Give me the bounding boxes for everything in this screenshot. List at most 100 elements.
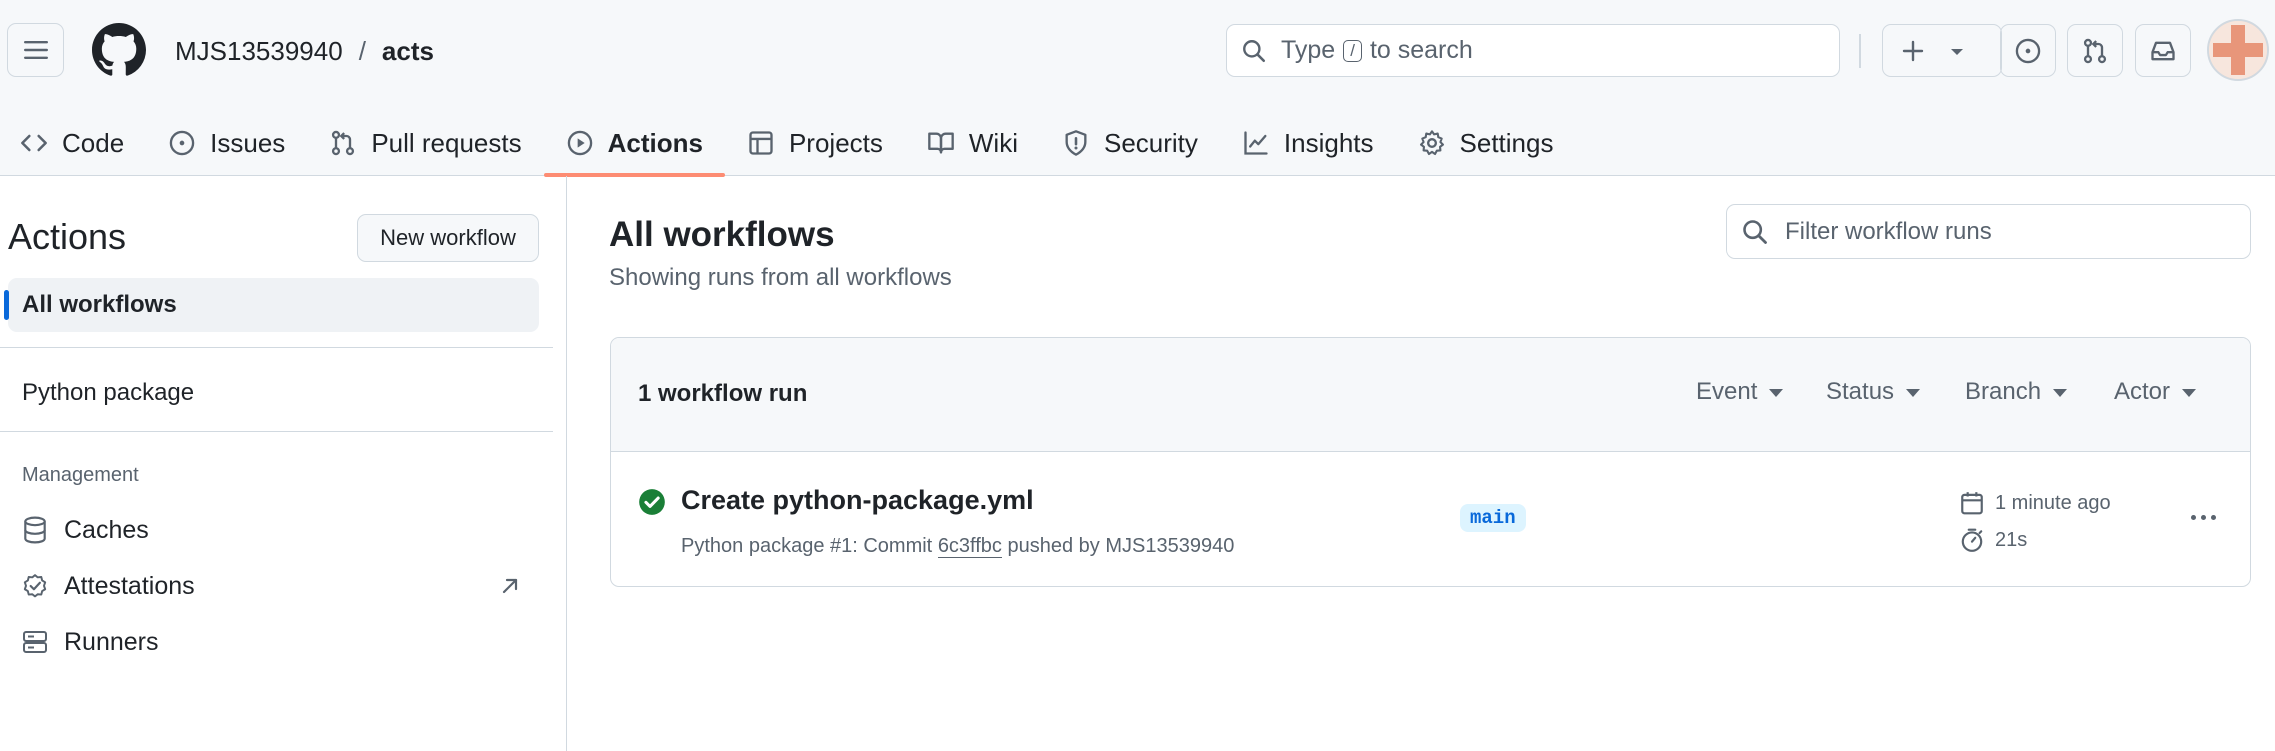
repo-name-link[interactable]: acts xyxy=(382,34,434,68)
tab-label: Pull requests xyxy=(371,127,522,158)
inbox-icon xyxy=(2151,41,2175,60)
event-filter-dropdown[interactable]: Event xyxy=(1696,378,1784,406)
run-duration-text: 21s xyxy=(1995,528,2028,551)
tab-label: Settings xyxy=(1459,127,1554,158)
search-icon xyxy=(1243,39,1266,62)
tab-projects[interactable]: Projects xyxy=(725,110,905,176)
header-divider xyxy=(1859,34,1861,68)
tab-issues[interactable]: Issues xyxy=(146,110,307,176)
pull-request-icon xyxy=(332,130,355,156)
run-title-link[interactable]: Create python-package.yml xyxy=(681,485,1034,516)
sidebar-divider xyxy=(0,431,553,432)
search-input[interactable]: Type / to search xyxy=(1226,24,1840,77)
filter-label: Actor xyxy=(2114,378,2171,405)
kebab-dot xyxy=(2190,514,2196,520)
repo-owner-link[interactable]: MJS13539940 xyxy=(175,34,343,68)
tab-label: Issues xyxy=(210,127,286,158)
actions-sidebar: Actions New workflow All workflows Pytho… xyxy=(0,176,567,751)
run-count: 1 workflow run xyxy=(638,380,808,407)
sidebar-item-runners[interactable]: Runners xyxy=(22,622,159,662)
sidebar-title: Actions xyxy=(8,216,127,257)
run-timestamp: 1 minute ago xyxy=(1959,490,2111,516)
hamburger-icon xyxy=(23,41,48,59)
app-header: MJS13539940 / acts Type / to search Code… xyxy=(0,0,2275,177)
table-icon xyxy=(749,131,773,155)
sidebar-divider xyxy=(0,347,553,348)
filter-label: Event xyxy=(1696,378,1758,405)
create-new-button[interactable] xyxy=(1882,24,2002,77)
user-avatar[interactable] xyxy=(2207,19,2269,81)
search-placeholder: Type / to search xyxy=(1281,36,1473,65)
sidebar-item-python-package[interactable]: Python package xyxy=(22,379,194,407)
run-duration: 21s xyxy=(1959,527,2027,553)
caret-down-icon xyxy=(1906,389,1921,397)
actor-filter-dropdown[interactable]: Actor xyxy=(2114,378,2197,406)
graph-icon xyxy=(1244,131,1268,155)
new-workflow-button[interactable]: New workflow xyxy=(357,214,539,262)
code-icon xyxy=(21,134,47,152)
shield-icon xyxy=(1065,130,1087,156)
sidebar-item-caches[interactable]: Caches xyxy=(22,510,149,550)
tab-actions[interactable]: Actions xyxy=(543,110,726,177)
issues-button[interactable] xyxy=(2000,24,2056,77)
sidebar-item-all-workflows[interactable]: All workflows xyxy=(4,278,539,332)
github-logo-icon[interactable] xyxy=(92,23,146,77)
book-icon xyxy=(928,132,954,154)
inbox-button[interactable] xyxy=(2135,24,2191,77)
workflow-run-row[interactable]: Create python-package.yml Python package… xyxy=(611,452,2250,586)
runs-list-header: 1 workflow run Event Status Branch Actor xyxy=(611,338,2250,452)
tab-insights[interactable]: Insights xyxy=(1220,110,1396,176)
repo-tabs: Code Issues Pull requests Actions Projects Wi… xyxy=(0,110,1576,177)
chevron-down-icon xyxy=(1951,48,1963,55)
sidebar-item-attestations[interactable]: Attestations xyxy=(22,566,195,606)
run-options-button[interactable] xyxy=(2183,502,2223,532)
status-filter-dropdown[interactable]: Status xyxy=(1826,378,1921,406)
kebab-dot xyxy=(2210,514,2216,520)
breadcrumb: MJS13539940 / acts xyxy=(175,34,434,68)
menu-button[interactable] xyxy=(7,23,64,77)
kebab-dot xyxy=(2200,514,2206,520)
search-icon xyxy=(1743,219,1767,244)
pull-requests-button[interactable] xyxy=(2067,24,2123,77)
search-shortcut-key: / xyxy=(1343,39,1362,62)
run-workflow-label: Python package #1: Commit xyxy=(681,535,933,557)
gear-icon xyxy=(1419,130,1444,156)
issue-opened-icon xyxy=(2015,38,2041,63)
breadcrumb-separator: / xyxy=(358,36,366,66)
sidebar-item-label: Caches xyxy=(64,515,149,544)
commit-sha-link[interactable]: 6c3ffbc xyxy=(937,535,1002,558)
filter-runs-input[interactable] xyxy=(1785,217,2245,246)
sidebar-item-label: Attestations xyxy=(64,571,195,600)
branch-label[interactable]: main xyxy=(1460,504,1526,532)
tab-label: Security xyxy=(1103,127,1198,158)
caret-down-icon xyxy=(2053,389,2068,397)
filter-label: Status xyxy=(1826,378,1895,405)
tab-settings[interactable]: Settings xyxy=(1396,110,1576,176)
avatar-image xyxy=(2209,21,2267,79)
page-subtitle: Showing runs from all workflows xyxy=(609,264,952,291)
workflow-runs-list: 1 workflow run Event Status Branch Actor… xyxy=(610,337,2251,587)
caret-down-icon xyxy=(1769,389,1784,397)
verified-icon xyxy=(23,574,47,598)
play-icon xyxy=(567,130,592,156)
server-icon xyxy=(23,631,47,653)
tab-wiki[interactable]: Wiki xyxy=(905,110,1040,176)
run-pushed-by: pushed by MJS13539940 xyxy=(1007,535,1235,557)
git-pull-request-icon xyxy=(2083,38,2107,63)
caret-down-icon xyxy=(2182,389,2197,397)
calendar-icon xyxy=(1961,492,1983,515)
tab-label: Insights xyxy=(1283,127,1374,158)
sidebar-item-label: Runners xyxy=(64,627,159,656)
plus-icon xyxy=(1902,40,1924,61)
tab-label: Actions xyxy=(607,127,703,158)
search-suffix: to search xyxy=(1369,36,1473,64)
tab-label: Code xyxy=(62,127,125,158)
tab-label: Projects xyxy=(788,127,883,158)
branch-filter-dropdown[interactable]: Branch xyxy=(1965,378,2068,406)
check-circle-fill-icon xyxy=(639,489,665,515)
tab-security[interactable]: Security xyxy=(1040,110,1220,176)
filter-runs-field[interactable] xyxy=(1726,204,2251,259)
tab-code[interactable]: Code xyxy=(0,110,146,176)
tab-pull-requests[interactable]: Pull requests xyxy=(307,110,543,176)
issue-icon xyxy=(169,130,195,156)
